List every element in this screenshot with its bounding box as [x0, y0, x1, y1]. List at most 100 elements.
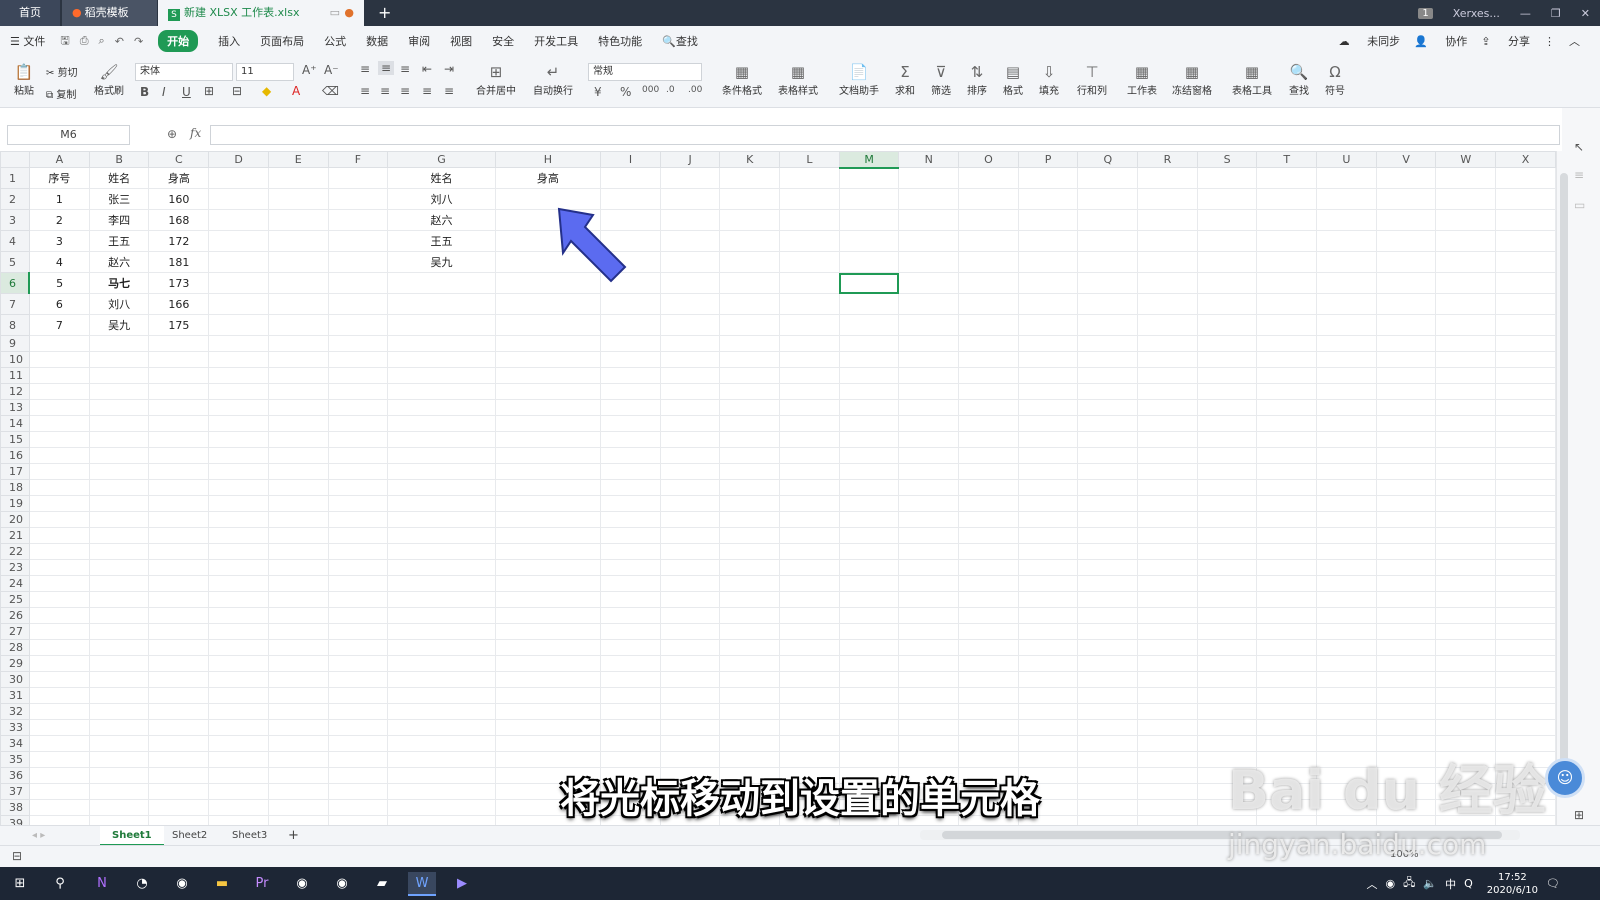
menu-item-data[interactable]: 数据: [366, 33, 388, 49]
cell-W3[interactable]: [1435, 209, 1497, 231]
cell-H8[interactable]: [494, 314, 602, 336]
cell-H30[interactable]: [494, 671, 602, 688]
cell-D6[interactable]: [208, 272, 269, 294]
cell-K25[interactable]: [719, 591, 781, 608]
cell-V28[interactable]: [1375, 639, 1437, 656]
cell-M25[interactable]: [838, 591, 900, 608]
cell-W29[interactable]: [1435, 655, 1497, 672]
cell-B3[interactable]: 李四: [88, 209, 150, 231]
row-header[interactable]: 15: [0, 431, 30, 448]
font-size-select[interactable]: 11: [236, 63, 294, 81]
cell-P9[interactable]: [1017, 335, 1079, 352]
redo-icon[interactable]: ↷: [134, 35, 143, 48]
cell-P15[interactable]: [1017, 431, 1079, 448]
sheet-nav-icon[interactable]: ◂ ▸: [20, 826, 57, 846]
cell-M30[interactable]: [838, 671, 900, 688]
cell-K18[interactable]: [719, 479, 781, 496]
row-header[interactable]: 26: [0, 607, 30, 624]
cell-T26[interactable]: [1256, 607, 1318, 624]
cell-D11[interactable]: [208, 367, 269, 384]
cell-P24[interactable]: [1017, 575, 1079, 592]
cell-A11[interactable]: [28, 367, 90, 384]
column-header-O[interactable]: O: [958, 151, 1019, 168]
cell-U29[interactable]: [1316, 655, 1377, 672]
cell-X23[interactable]: [1495, 559, 1556, 576]
restore-icon[interactable]: ❐: [1551, 7, 1561, 20]
row-header[interactable]: 17: [0, 463, 30, 480]
cell-Q4[interactable]: [1077, 230, 1139, 252]
cell-U26[interactable]: [1316, 607, 1377, 624]
cell-A25[interactable]: [28, 591, 90, 608]
cell-O19[interactable]: [958, 495, 1019, 512]
decrease-decimal-icon[interactable]: .00: [688, 85, 702, 95]
cell-G7[interactable]: [387, 293, 496, 315]
cell-M10[interactable]: [838, 351, 900, 368]
cell-H26[interactable]: [494, 607, 602, 624]
cell-F22[interactable]: [327, 543, 389, 560]
tray-app-icon[interactable]: ◉: [1386, 877, 1396, 890]
cell-R10[interactable]: [1137, 351, 1198, 368]
cell-D24[interactable]: [208, 575, 269, 592]
cell-B11[interactable]: [88, 367, 150, 384]
cell-X25[interactable]: [1495, 591, 1556, 608]
cell-L20[interactable]: [779, 511, 840, 528]
cell-G30[interactable]: [387, 671, 496, 688]
print-icon[interactable]: ⎙: [80, 34, 89, 48]
chrome-icon-3[interactable]: ◉: [328, 872, 356, 896]
cell-U27[interactable]: [1316, 623, 1377, 640]
cell-E33[interactable]: [267, 719, 329, 736]
cell-E1[interactable]: [267, 167, 329, 189]
cell-A6[interactable]: 5: [28, 272, 90, 294]
cell-C8[interactable]: 175: [148, 314, 210, 336]
cell-E22[interactable]: [267, 543, 329, 560]
cell-O21[interactable]: [958, 527, 1019, 544]
cell-L30[interactable]: [779, 671, 840, 688]
cell-S3[interactable]: [1196, 209, 1258, 231]
cell-S17[interactable]: [1196, 463, 1258, 480]
cell-N4[interactable]: [898, 230, 960, 252]
cell-X8[interactable]: [1495, 314, 1556, 336]
cell-H17[interactable]: [494, 463, 602, 480]
thousands-icon[interactable]: 000: [642, 85, 659, 95]
cell-A21[interactable]: [28, 527, 90, 544]
tray-qq-icon[interactable]: Q: [1464, 877, 1473, 890]
cell-S11[interactable]: [1196, 367, 1258, 384]
cell-K8[interactable]: [719, 314, 781, 336]
cell-Q6[interactable]: [1077, 272, 1139, 294]
cell-F5[interactable]: [327, 251, 389, 273]
cell-X27[interactable]: [1495, 623, 1556, 640]
cell-P33[interactable]: [1017, 719, 1079, 736]
cell-K17[interactable]: [719, 463, 781, 480]
cell-B13[interactable]: [88, 399, 150, 416]
column-header-J[interactable]: J: [659, 151, 721, 168]
cell-S21[interactable]: [1196, 527, 1258, 544]
cell-H21[interactable]: [494, 527, 602, 544]
share-button[interactable]: ⇪ 分享: [1481, 33, 1530, 49]
cell-D18[interactable]: [208, 479, 269, 496]
cell-F9[interactable]: [327, 335, 389, 352]
cell-X15[interactable]: [1495, 431, 1556, 448]
cell-G14[interactable]: [387, 415, 496, 432]
cell-W14[interactable]: [1435, 415, 1497, 432]
cell-N30[interactable]: [898, 671, 960, 688]
cell-O4[interactable]: [958, 230, 1019, 252]
cell-K14[interactable]: [719, 415, 781, 432]
cell-W11[interactable]: [1435, 367, 1497, 384]
row-header[interactable]: 4: [0, 230, 30, 252]
cell-H31[interactable]: [494, 687, 602, 704]
close-icon[interactable]: ✕: [1581, 7, 1590, 20]
cell-G6[interactable]: [387, 272, 496, 294]
cell-B26[interactable]: [88, 607, 150, 624]
cell-D20[interactable]: [208, 511, 269, 528]
user-name[interactable]: Xerxes...: [1453, 7, 1500, 20]
cell-K32[interactable]: [719, 703, 781, 720]
vertical-scrollbar[interactable]: [1556, 151, 1570, 825]
new-tab-button[interactable]: +: [378, 0, 391, 26]
cell-C20[interactable]: [148, 511, 210, 528]
cell-E13[interactable]: [267, 399, 329, 416]
row-header[interactable]: 20: [0, 511, 30, 528]
cell-J15[interactable]: [659, 431, 721, 448]
cell-F29[interactable]: [327, 655, 389, 672]
cell-M9[interactable]: [838, 335, 900, 352]
cell-R12[interactable]: [1137, 383, 1198, 400]
